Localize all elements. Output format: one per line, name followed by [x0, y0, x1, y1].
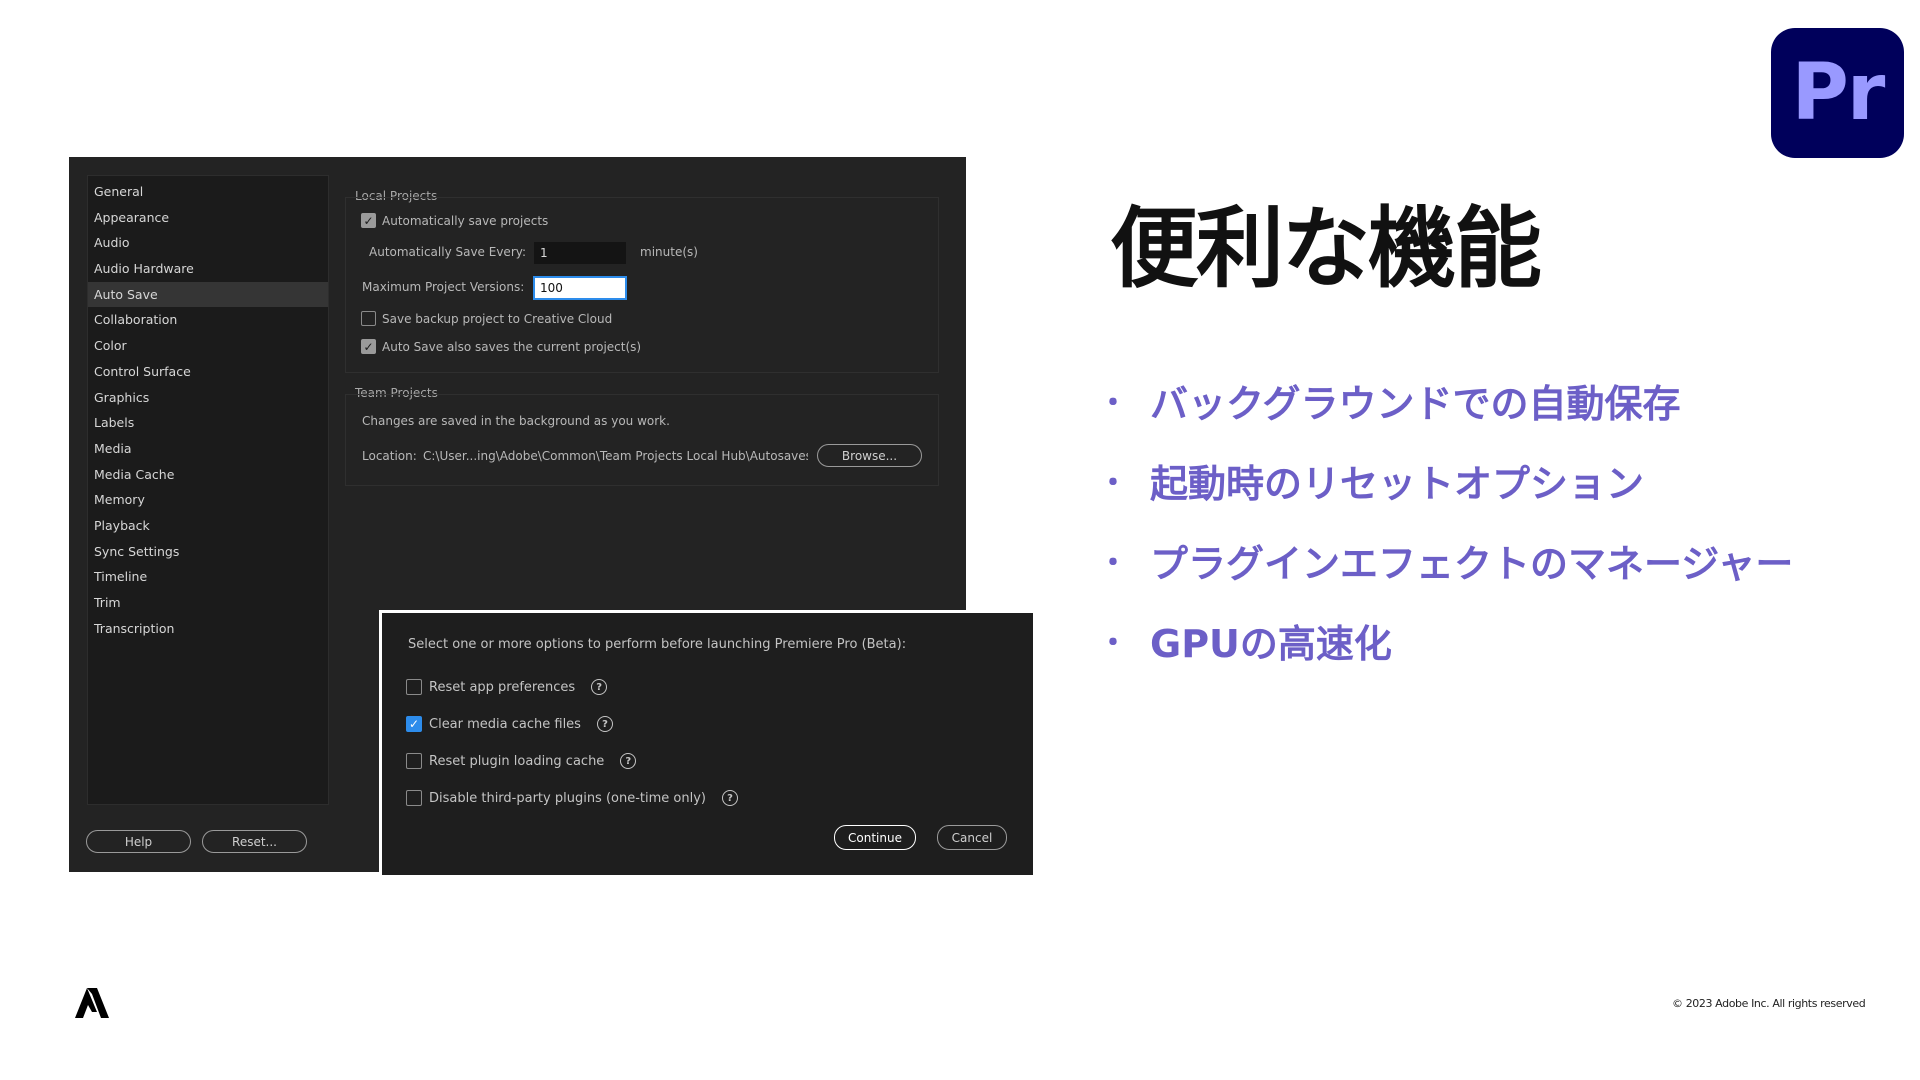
cloud-backup-checkbox[interactable]: [361, 311, 376, 326]
preferences-sidebar: General Appearance Audio Audio Hardware …: [87, 175, 329, 805]
bullet-mark: ・: [1098, 386, 1128, 421]
option-label: Disable third-party plugins (one-time on…: [429, 790, 706, 806]
feature-text: GPUの高速化: [1150, 621, 1392, 666]
option-reset-preferences: Reset app preferences ?: [406, 678, 608, 696]
feature-item: ・ GPUの高速化: [1098, 600, 1793, 680]
feature-item: ・バックグラウンドでの自動保存: [1098, 360, 1793, 440]
max-versions-label: Maximum Project Versions:: [362, 280, 525, 294]
sidebar-item-transcription[interactable]: Transcription: [88, 616, 328, 642]
bullet-mark: ・: [1098, 546, 1128, 581]
reset-preferences-checkbox[interactable]: [406, 679, 422, 695]
sidebar-item-trim[interactable]: Trim: [88, 590, 328, 616]
continue-button[interactable]: Continue: [834, 825, 916, 850]
clear-media-cache-checkbox[interactable]: ✓: [406, 716, 422, 732]
help-button[interactable]: Help: [86, 830, 191, 853]
sidebar-item-playback[interactable]: Playback: [88, 513, 328, 539]
option-reset-plugin-cache: Reset plugin loading cache ?: [406, 752, 637, 770]
sidebar-item-audio[interactable]: Audio: [88, 230, 328, 256]
option-clear-media-cache: ✓ Clear media cache files ?: [406, 715, 613, 733]
help-icon[interactable]: ?: [722, 790, 738, 806]
sidebar-item-graphics[interactable]: Graphics: [88, 385, 328, 411]
save-current-label: Auto Save also saves the current project…: [382, 340, 642, 354]
feature-text: プラグインエフェクトのマネージャー: [1150, 541, 1794, 586]
sidebar-item-audio-hardware[interactable]: Audio Hardware: [88, 256, 328, 282]
max-versions-input[interactable]: 100: [534, 277, 626, 299]
help-icon[interactable]: ?: [591, 679, 608, 695]
feature-item: ・起動時のリセットオプション: [1098, 440, 1793, 520]
team-projects-group: [345, 394, 939, 486]
sidebar-item-media[interactable]: Media: [88, 436, 328, 462]
reset-plugin-cache-checkbox[interactable]: [406, 753, 422, 769]
sidebar-item-sync-settings[interactable]: Sync Settings: [88, 539, 328, 565]
bullet-mark: ・: [1098, 466, 1128, 501]
sidebar-item-memory[interactable]: Memory: [88, 487, 328, 513]
disable-plugins-checkbox[interactable]: [406, 790, 422, 806]
help-icon[interactable]: ?: [620, 753, 637, 769]
sidebar-item-auto-save[interactable]: Auto Save: [88, 281, 328, 308]
sidebar-item-labels[interactable]: Labels: [88, 410, 328, 436]
sidebar-item-media-cache[interactable]: Media Cache: [88, 462, 328, 488]
save-every-label: Automatically Save Every:: [369, 245, 527, 259]
help-icon[interactable]: ?: [596, 716, 613, 732]
sidebar-item-color[interactable]: Color: [88, 333, 328, 359]
team-info-text: Changes are saved in the background as y…: [362, 414, 670, 428]
auto-save-label: Automatically save projects: [382, 214, 549, 228]
copyright-text: © 2023 Adobe Inc. All rights reserved: [1672, 997, 1866, 1010]
sidebar-item-collaboration[interactable]: Collaboration: [88, 307, 328, 333]
option-label: Reset app preferences: [429, 679, 576, 695]
location-path: C:\User...ing\Adobe\Common\Team Projects…: [423, 449, 808, 463]
adobe-logo-icon: [75, 988, 109, 1018]
startup-options-dialog: Select one or more options to perform be…: [379, 610, 1036, 878]
save-every-unit: minute(s): [640, 245, 698, 259]
feature-list: ・バックグラウンドでの自動保存 ・起動時のリセットオプション ・プラグインエフェ…: [1098, 360, 1793, 680]
option-label: Clear media cache files: [429, 716, 581, 732]
save-current-checkbox[interactable]: ✓: [361, 339, 376, 354]
reset-button[interactable]: Reset...: [202, 830, 307, 853]
cloud-backup-label: Save backup project to Creative Cloud: [382, 312, 613, 326]
auto-save-checkbox[interactable]: ✓: [361, 213, 376, 228]
save-every-input[interactable]: 1: [534, 242, 626, 264]
slide-title: 便利な機能: [1110, 197, 1542, 300]
startup-prompt: Select one or more options to perform be…: [408, 637, 907, 652]
feature-item: ・プラグインエフェクトのマネージャー: [1098, 520, 1793, 600]
location-label: Location:: [362, 449, 417, 463]
premiere-pro-logo: Pr: [1771, 28, 1904, 158]
sidebar-item-appearance[interactable]: Appearance: [88, 205, 328, 231]
option-label: Reset plugin loading cache: [429, 753, 605, 769]
cancel-button[interactable]: Cancel: [937, 825, 1007, 850]
sidebar-item-timeline[interactable]: Timeline: [88, 564, 328, 590]
sidebar-item-general[interactable]: General: [88, 179, 328, 205]
browse-button[interactable]: Browse...: [817, 444, 922, 467]
feature-text: バックグラウンドでの自動保存: [1150, 381, 1681, 426]
bullet-mark: ・: [1098, 626, 1128, 661]
sidebar-item-control-surface[interactable]: Control Surface: [88, 359, 328, 385]
option-disable-third-party-plugins: Disable third-party plugins (one-time on…: [406, 789, 738, 807]
feature-text: 起動時のリセットオプション: [1150, 461, 1645, 506]
